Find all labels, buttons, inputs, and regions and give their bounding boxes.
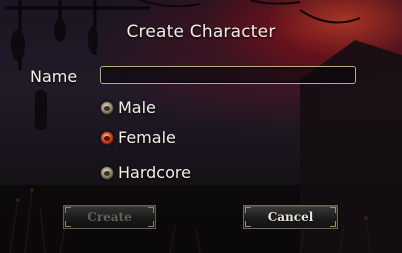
male-option[interactable]: Male	[100, 98, 156, 117]
cancel-button-label: Cancel	[267, 210, 314, 224]
female-option[interactable]: Female	[100, 128, 176, 147]
hardcore-label: Hardcore	[118, 163, 191, 182]
hardcore-option[interactable]: Hardcore	[100, 163, 191, 182]
dialog-title: Create Character	[126, 22, 276, 42]
character-creation-screen: Create Character Name Male Female Hardco…	[0, 0, 402, 253]
female-radio[interactable]	[100, 130, 114, 145]
create-button-label: Create	[87, 210, 132, 224]
cancel-button[interactable]: Cancel	[243, 205, 338, 229]
name-input[interactable]	[100, 66, 356, 84]
hardcore-radio[interactable]	[100, 165, 114, 180]
male-label: Male	[118, 98, 156, 117]
name-label: Name	[30, 67, 78, 86]
female-label: Female	[118, 128, 176, 147]
create-button[interactable]: Create	[63, 205, 156, 229]
tree-branches	[139, 0, 361, 24]
male-radio[interactable]	[100, 100, 114, 115]
